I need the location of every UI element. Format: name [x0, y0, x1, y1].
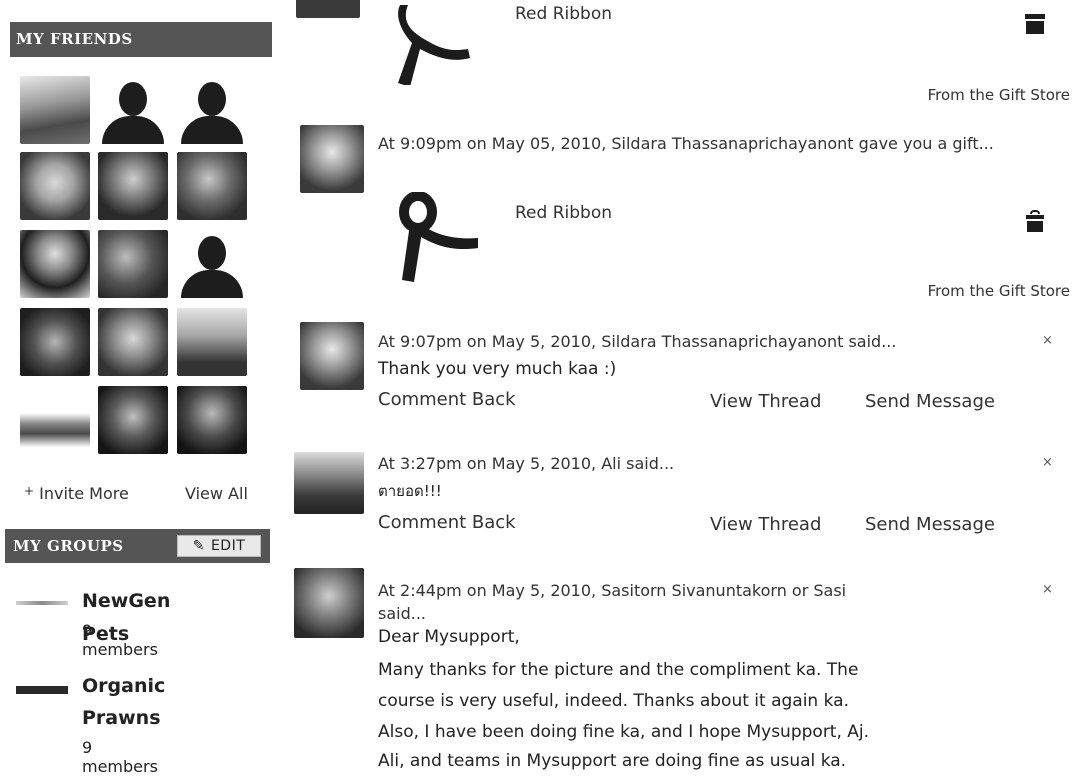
comment-body-line: Many thanks for the picture and the comp… [378, 660, 859, 680]
group-name-line2[interactable]: Prawns [82, 702, 161, 735]
friend-silhouette-icon[interactable] [177, 230, 247, 298]
close-icon[interactable]: × [1042, 582, 1053, 597]
friend-photo[interactable] [177, 308, 247, 376]
comment-header: At 3:27pm on May 5, 2010, Ali said... [378, 454, 675, 473]
invite-more-label: Invite More [39, 484, 129, 503]
comment-back-link[interactable]: Comment Back [378, 389, 516, 410]
send-message-link[interactable]: Send Message [865, 514, 995, 535]
comment-body-line: course is very useful, indeed. Thanks ab… [378, 691, 849, 711]
group-thumbnail [16, 686, 68, 694]
friend-photo[interactable] [20, 230, 90, 298]
friend-photo[interactable] [98, 386, 168, 454]
gift-store-link[interactable]: From the Gift Store [928, 86, 1070, 104]
delete-icon[interactable] [1025, 14, 1045, 34]
friend-photo[interactable] [20, 308, 90, 376]
red-ribbon-icon [398, 5, 470, 85]
avatar[interactable] [294, 568, 364, 638]
my-friends-header: MY FRIENDS [10, 22, 272, 57]
close-icon[interactable]: × [1042, 333, 1053, 348]
friend-photo[interactable] [20, 152, 90, 220]
group-member-count: 9 members [82, 738, 158, 776]
comment-header-line1: At 2:44pm on May 5, 2010, Sasitorn Sivan… [378, 581, 847, 600]
friend-photo[interactable] [177, 386, 247, 454]
friend-photo[interactable] [20, 386, 90, 454]
gift-post-text: At 9:09pm on May 05, 2010, Sildara Thass… [378, 134, 994, 153]
comment-body-line: Also, I have been doing fine ka, and I h… [378, 722, 870, 742]
pencil-icon: ✎ [192, 538, 205, 554]
gift-store-link[interactable]: From the Gift Store [928, 282, 1070, 300]
edit-groups-button[interactable]: ✎ EDIT [177, 535, 261, 557]
red-ribbon-icon [399, 192, 478, 282]
view-all-link[interactable]: View All [185, 484, 248, 503]
friend-photo[interactable] [98, 152, 168, 220]
my-groups-title: MY GROUPS [13, 537, 124, 555]
group-member-count: 9 members [82, 621, 158, 659]
comment-message: ตายอด!!! [378, 482, 442, 500]
gift-box-icon[interactable] [1026, 210, 1044, 232]
avatar[interactable] [294, 452, 364, 514]
group-name-line1[interactable]: Organic [82, 670, 165, 703]
avatar[interactable] [300, 322, 364, 390]
send-message-link[interactable]: Send Message [865, 391, 995, 412]
comment-body-line: Ali, and teams in Mysupport are doing fi… [378, 751, 847, 771]
comment-back-link[interactable]: Comment Back [378, 512, 516, 533]
friend-silhouette-icon[interactable] [98, 76, 168, 144]
my-groups-header: MY GROUPS ✎ EDIT [5, 529, 270, 563]
avatar[interactable] [296, 0, 360, 18]
friend-photo[interactable] [98, 230, 168, 298]
friend-photo[interactable] [20, 76, 90, 144]
view-thread-link[interactable]: View Thread [710, 391, 821, 412]
comment-message: Thank you very much kaa :) [378, 359, 617, 379]
view-thread-link[interactable]: View Thread [710, 514, 821, 535]
friend-silhouette-icon[interactable] [177, 76, 247, 144]
edit-label: EDIT [210, 538, 246, 554]
group-thumbnail [16, 601, 68, 605]
friend-photo[interactable] [177, 152, 247, 220]
avatar[interactable] [300, 125, 364, 193]
close-icon[interactable]: × [1042, 455, 1053, 470]
friend-photo[interactable] [98, 308, 168, 376]
gift-name: Red Ribbon [515, 4, 612, 24]
gift-name: Red Ribbon [515, 203, 612, 223]
comment-header: At 9:07pm on May 5, 2010, Sildara Thassa… [378, 332, 897, 351]
plus-icon: + [24, 484, 35, 498]
comment-wall: Red Ribbon From the Gift Store At 9:09pm… [290, 0, 1075, 774]
comment-header-line2: said... [378, 604, 426, 623]
comment-greeting: Dear Mysupport, [378, 627, 520, 647]
invite-more-link[interactable]: + Invite More [24, 484, 129, 503]
